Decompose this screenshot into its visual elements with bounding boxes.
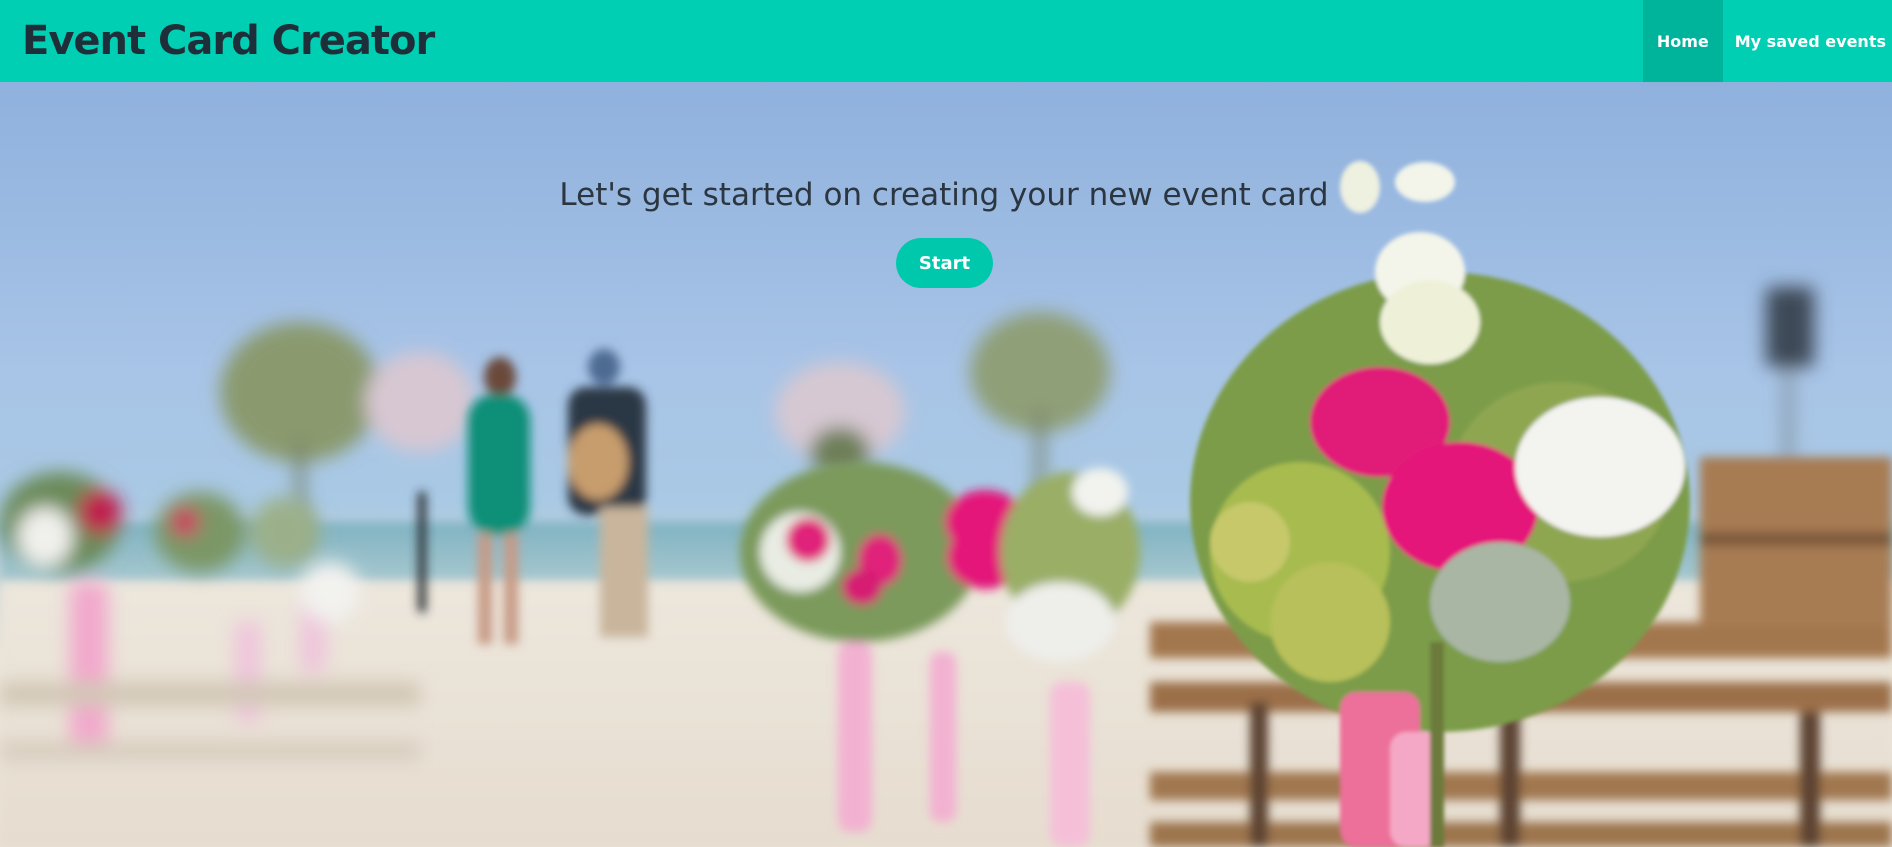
nav-saved-events-link[interactable]: My saved events: [1723, 0, 1892, 82]
hero-title: Let's get started on creating your new e…: [559, 177, 1329, 213]
hero-section: Let's get started on creating your new e…: [0, 82, 1892, 847]
nav-links: Home My saved events: [1642, 0, 1892, 82]
top-navbar: Event Card Creator Home My saved events: [0, 0, 1892, 82]
brand-title[interactable]: Event Card Creator: [22, 18, 435, 64]
start-button[interactable]: Start: [896, 238, 993, 288]
nav-home-link[interactable]: Home: [1642, 0, 1723, 82]
